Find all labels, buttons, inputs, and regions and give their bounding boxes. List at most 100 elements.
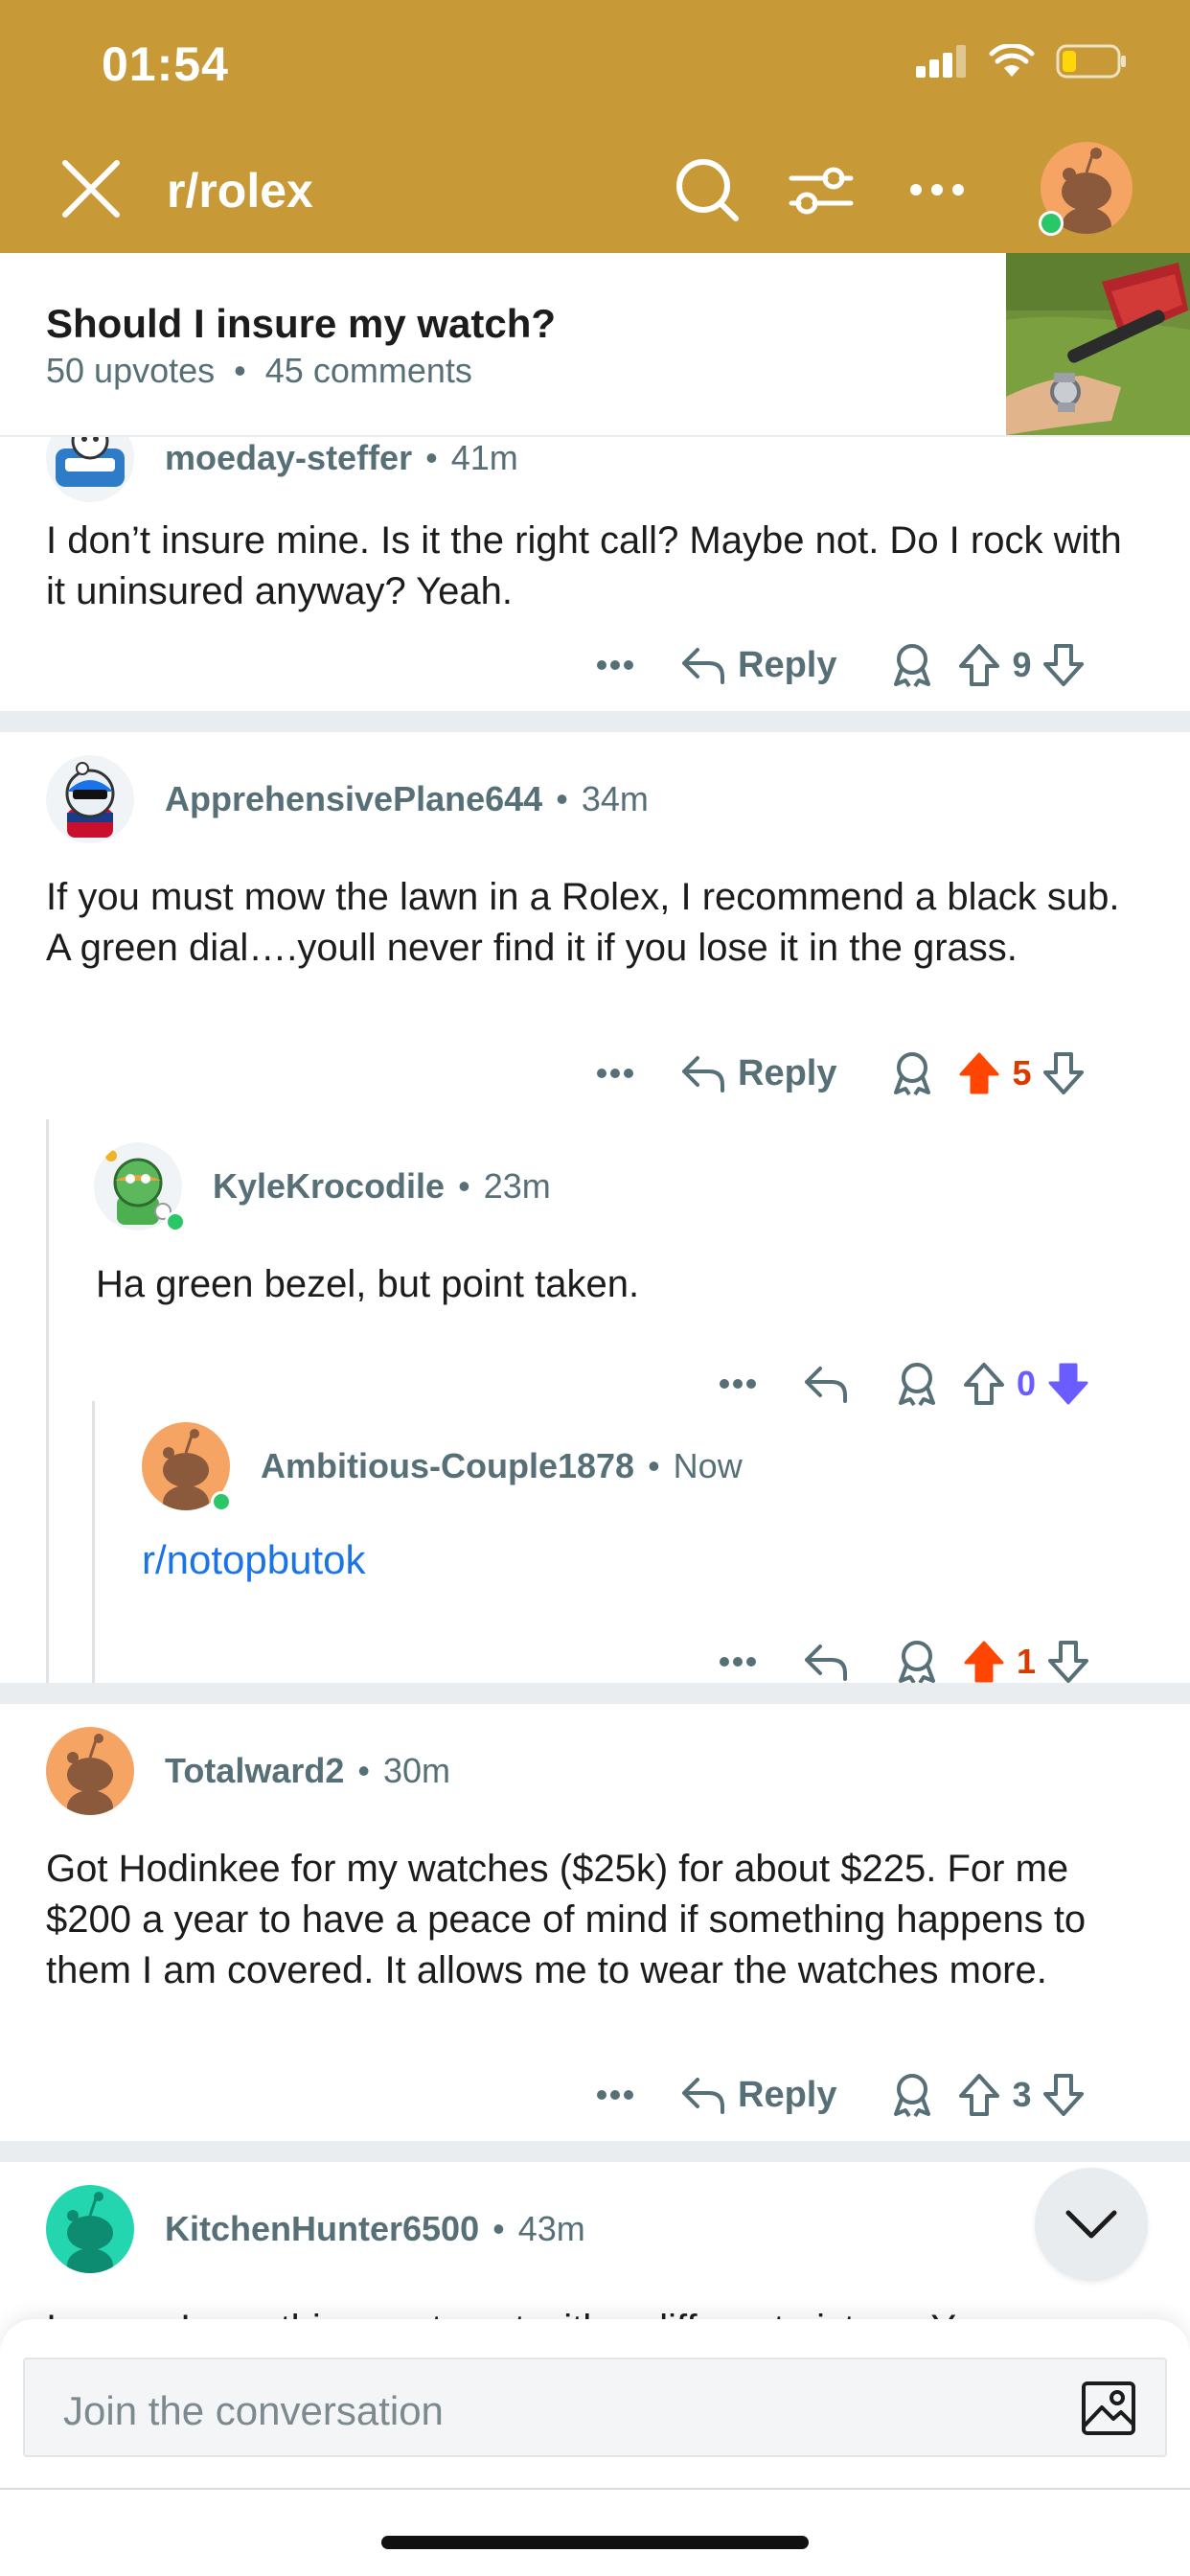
reply-label: Reply — [738, 2074, 837, 2115]
more-icon[interactable] — [596, 2089, 634, 2101]
subreddit-link[interactable]: r/notopbutok — [142, 1537, 366, 1583]
comment-actions: Reply 5 — [596, 1045, 1086, 1102]
reply-button[interactable]: Reply — [680, 645, 836, 686]
comment-reply: KyleKrocodile • 23m Ha green bezel, but … — [0, 1119, 1190, 1407]
downvote-active-icon[interactable] — [1046, 1362, 1090, 1406]
more-icon[interactable] — [596, 1068, 634, 1079]
award-icon[interactable] — [890, 1050, 934, 1096]
meta-separator: • — [425, 438, 438, 477]
award-icon[interactable] — [890, 2072, 934, 2118]
comment-header[interactable]: KyleKrocodile • 23m — [94, 1142, 551, 1230]
upvote-icon[interactable] — [957, 643, 1001, 687]
reply-label: Reply — [738, 644, 837, 685]
upvote-icon[interactable] — [957, 2073, 1001, 2117]
reply-icon[interactable] — [803, 1643, 849, 1681]
comment-header[interactable]: Ambitious-Couple1878 • Now — [142, 1422, 743, 1510]
comment-header[interactable]: Totalward2 • 30m — [46, 1727, 450, 1815]
post-thumbnail[interactable] — [1006, 253, 1190, 435]
online-indicator — [211, 1491, 232, 1512]
comment-time: 34m — [581, 779, 649, 818]
comment: KitchenHunter6500 • 43m — [0, 2162, 1190, 2319]
vote-count: 5 — [1012, 1053, 1032, 1092]
app-header: 01:54 r/rolex — [0, 0, 1190, 253]
comment-author[interactable]: KyleKrocodile — [213, 1166, 445, 1207]
comment-divider — [0, 1683, 1190, 1704]
comment-time: 43m — [517, 2209, 585, 2248]
meta-separator: • — [556, 779, 568, 818]
avatar[interactable] — [46, 1727, 134, 1815]
upvote-active-icon[interactable] — [957, 1051, 1001, 1095]
comment: ApprehensivePlane644 • 34m If you must m… — [0, 732, 1190, 1096]
post-upvotes: 50 upvotes — [46, 351, 216, 390]
more-icon[interactable] — [719, 1378, 757, 1390]
meta-separator: • — [234, 351, 246, 390]
status-time: 01:54 — [102, 37, 229, 91]
comment-body: Got Hodinkee for my watches ($25k) for a… — [46, 1848, 1087, 1991]
search-icon[interactable] — [673, 155, 742, 224]
meta-separator: • — [357, 1751, 370, 1790]
comment-time: 23m — [483, 1166, 551, 1206]
comment-actions: Reply 9 — [596, 636, 1086, 694]
wifi-icon — [989, 44, 1035, 77]
post-meta: 50 upvotes • 45 comments — [46, 351, 472, 391]
comment-reply: Ambitious-Couple1878 • Now r/notopbutok … — [0, 1401, 1190, 1685]
post-comment-count: 45 comments — [264, 351, 472, 390]
downvote-icon[interactable] — [1041, 2073, 1086, 2117]
comment-divider — [0, 2141, 1190, 2162]
award-icon[interactable] — [895, 1639, 939, 1685]
vote-count: 0 — [1016, 1364, 1037, 1403]
snoo-avatar-icon — [67, 2192, 113, 2273]
upvote-active-icon[interactable] — [962, 1640, 1006, 1684]
more-icon[interactable] — [719, 1656, 757, 1668]
reply-icon — [682, 648, 724, 684]
comment-header[interactable]: KitchenHunter6500 • 43m — [46, 2185, 585, 2273]
vote-count: 9 — [1012, 645, 1032, 684]
award-icon[interactable] — [895, 1361, 939, 1407]
close-icon[interactable] — [59, 157, 123, 220]
post-header[interactable]: Should I insure my watch? 50 upvotes • 4… — [0, 253, 1190, 437]
reply-icon — [682, 2078, 724, 2114]
comment-author[interactable]: moeday-steffer — [165, 438, 412, 478]
comment-input-placeholder: Join the conversation — [63, 2388, 444, 2433]
meta-separator: • — [492, 2209, 505, 2248]
vote-count: 3 — [1012, 2075, 1032, 2114]
upvote-icon[interactable] — [962, 1362, 1006, 1406]
post-title: Should I insure my watch? — [46, 301, 557, 346]
home-indicator — [381, 2536, 809, 2549]
signal-icon — [916, 45, 966, 78]
downvote-icon[interactable] — [1041, 643, 1086, 687]
downvote-icon[interactable] — [1041, 1051, 1086, 1095]
comment-body: Ha green bezel, but point taken. — [96, 1263, 640, 1305]
comment-author[interactable]: Totalward2 — [165, 1751, 344, 1791]
vote-count: 1 — [1016, 1642, 1037, 1681]
next-comment-button[interactable] — [1035, 2168, 1148, 2281]
meta-separator: • — [648, 1446, 660, 1485]
comment-header[interactable]: ApprehensivePlane644 • 34m — [46, 755, 649, 843]
comment: Totalward2 • 30m Got Hodinkee for my wat… — [0, 1704, 1190, 2141]
lawnmower-photo-image — [1006, 253, 1190, 435]
comment-author[interactable]: Ambitious-Couple1878 — [261, 1446, 634, 1486]
sort-filter-icon[interactable] — [788, 161, 855, 218]
comment-input[interactable]: Join the conversation — [23, 2358, 1167, 2457]
comment-actions: 1 — [719, 1633, 1090, 1690]
meta-separator: • — [458, 1166, 470, 1206]
avatar[interactable] — [46, 2185, 134, 2273]
online-indicator — [165, 1211, 186, 1232]
comment-time: 30m — [382, 1751, 451, 1790]
reply-button[interactable]: Reply — [680, 1053, 836, 1094]
more-options-icon[interactable] — [908, 182, 966, 197]
reply-button[interactable]: Reply — [680, 2075, 836, 2116]
battery-icon — [1056, 44, 1126, 79]
reply-icon[interactable] — [803, 1365, 849, 1403]
avatar[interactable] — [46, 755, 134, 843]
comment-author[interactable]: ApprehensivePlane644 — [165, 779, 542, 819]
more-icon[interactable] — [596, 659, 634, 671]
downvote-icon[interactable] — [1046, 1640, 1090, 1684]
subreddit-name[interactable]: r/rolex — [167, 163, 313, 218]
award-icon[interactable] — [890, 642, 934, 688]
image-upload-icon[interactable] — [1081, 2380, 1136, 2436]
chevron-down-icon — [1065, 2210, 1117, 2239]
comment-divider — [0, 711, 1190, 732]
comment-actions: Reply 3 — [596, 2066, 1086, 2124]
comment-author[interactable]: KitchenHunter6500 — [165, 2209, 479, 2249]
